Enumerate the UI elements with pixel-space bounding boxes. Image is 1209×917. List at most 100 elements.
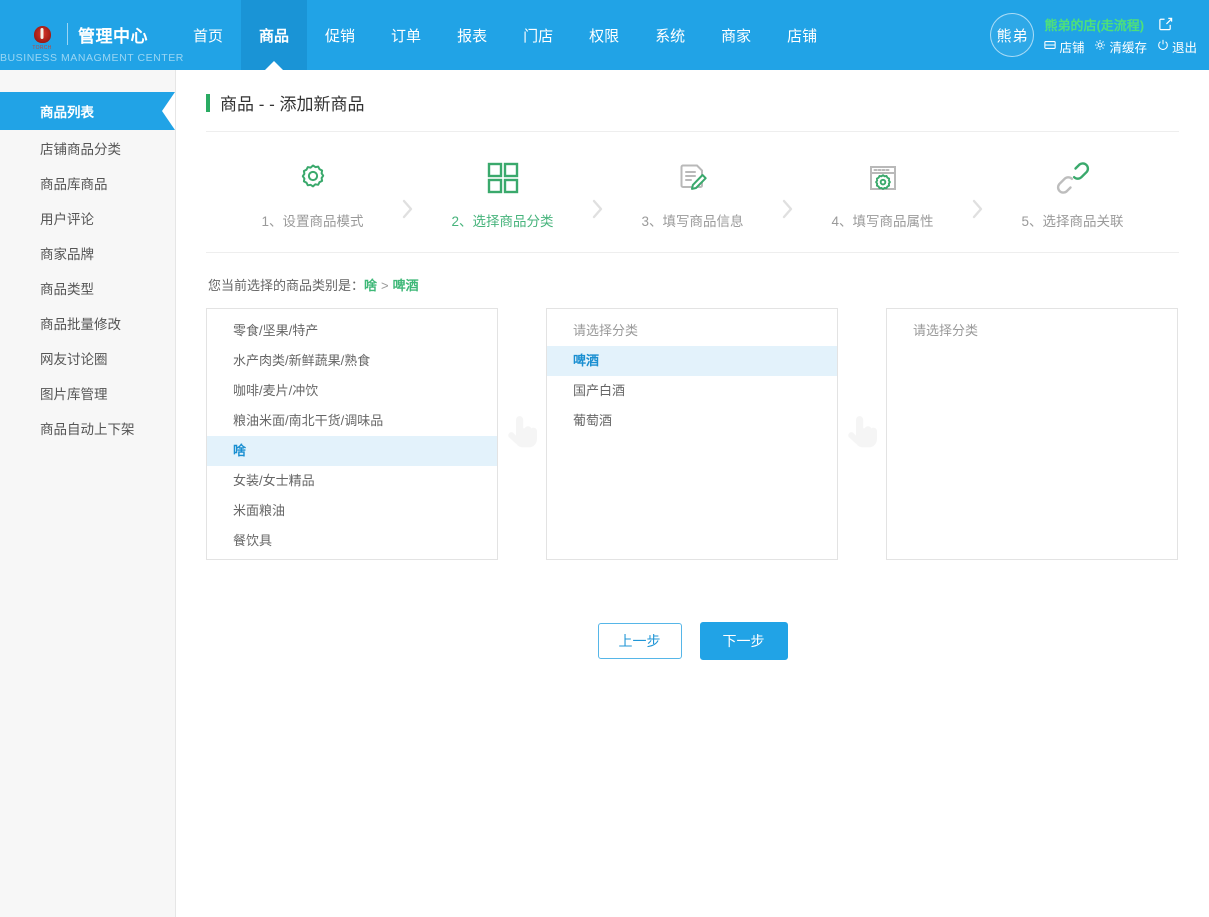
step-1-label: 1、设置商品模式	[261, 210, 363, 230]
main-content: 商品 - - 添加新商品 1、设置商品模式	[176, 70, 1209, 917]
nav-item-orders[interactable]: 订单	[373, 0, 439, 70]
clear-cache-label: 清缓存	[1109, 37, 1147, 56]
step-2-select-category[interactable]: 2、选择商品分类	[428, 158, 578, 230]
list-item[interactable]: 零食/坚果/特产	[207, 316, 497, 346]
grid-squares-icon	[485, 158, 521, 198]
current-selection-text: 您当前选择的商品类别是：啥 > 啤酒	[206, 253, 1179, 308]
step-separator-4	[958, 167, 998, 221]
user-account-area: 熊弟 熊弟的店(走流程) 店铺	[990, 0, 1209, 70]
gear-icon	[1094, 39, 1106, 53]
nav-item-stores[interactable]: 门店	[505, 0, 571, 70]
list-item[interactable]: 国产白酒	[547, 376, 837, 406]
nav-item-system[interactable]: 系统	[637, 0, 703, 70]
shop-link[interactable]: 店铺	[1044, 37, 1084, 56]
pointing-hand-icon	[505, 413, 539, 456]
list-item[interactable]: 米面粮油	[207, 496, 497, 526]
window-gear-icon	[867, 158, 899, 198]
logout-link[interactable]: 退出	[1157, 37, 1197, 56]
brand-row: TORCH 管理中心	[27, 19, 148, 49]
column-separator-2	[838, 308, 886, 560]
brand-subtitle: BUSINESS MANAGMENT CENTER	[0, 52, 175, 64]
title-accent-bar	[206, 94, 210, 112]
pointing-hand-icon	[845, 413, 879, 456]
user-info-bottom-row: 店铺 清缓存	[1044, 37, 1197, 56]
shop-link-label: 店铺	[1059, 37, 1084, 56]
list-item-selected[interactable]: 啥	[207, 436, 497, 466]
list-item-placeholder: 请选择分类	[887, 316, 1177, 346]
category-column-level-1[interactable]: 零食/坚果/特产 水产肉类/新鲜蔬果/熟食 咖啡/麦片/冲饮 粮油米面/南北干货…	[206, 308, 498, 560]
brand-divider	[67, 23, 68, 45]
sidebar: 商品列表 店铺商品分类 商品库商品 用户评论 商家品牌 商品类型 商品批量修改 …	[0, 70, 176, 917]
list-item[interactable]: 餐饮具	[207, 526, 497, 556]
list-item-placeholder: 请选择分类	[547, 316, 837, 346]
nav-item-reports[interactable]: 报表	[439, 0, 505, 70]
sidebar-item-auto-shelf[interactable]: 商品自动上下架	[0, 410, 175, 445]
nav-item-products[interactable]: 商品	[241, 0, 307, 70]
category-column-level-3[interactable]: 请选择分类	[886, 308, 1178, 560]
main-menu: 首页 商品 促销 订单 报表 门店 权限 系统 商家 店铺	[175, 0, 835, 70]
step-2-label: 2、选择商品分类	[451, 210, 553, 230]
list-item[interactable]: 女装/女士精品	[207, 466, 497, 496]
list-item[interactable]: 葡萄酒	[547, 406, 837, 436]
sidebar-item-image-library[interactable]: 图片库管理	[0, 375, 175, 410]
step-4-fill-product-attributes[interactable]: 4、填写商品属性	[808, 158, 958, 230]
column-separator-1	[498, 308, 546, 560]
nav-item-merchant[interactable]: 商家	[703, 0, 769, 70]
shop-name-label: 熊弟的店(走流程)	[1044, 15, 1144, 34]
sidebar-item-merchant-brands[interactable]: 商家品牌	[0, 235, 175, 270]
nav-item-promotion[interactable]: 促销	[307, 0, 373, 70]
step-4-label: 4、填写商品属性	[831, 210, 933, 230]
user-info-top-row: 熊弟的店(走流程)	[1044, 15, 1197, 34]
step-indicator: 1、设置商品模式 2、选择商品分类	[206, 132, 1179, 253]
category-column-level-2[interactable]: 请选择分类 啤酒 国产白酒 葡萄酒	[546, 308, 838, 560]
list-item[interactable]: 咖啡/麦片/冲饮	[207, 376, 497, 406]
step-1-set-product-mode[interactable]: 1、设置商品模式	[238, 158, 388, 230]
selection-separator: >	[381, 278, 389, 293]
brand-logo-area[interactable]: TORCH 管理中心 BUSINESS MANAGMENT CENTER	[0, 0, 175, 70]
selection-level1: 啥	[364, 278, 377, 293]
sidebar-item-discussion-circle[interactable]: 网友讨论圈	[0, 340, 175, 375]
gear-icon	[296, 158, 330, 198]
category-columns: 零食/坚果/特产 水产肉类/新鲜蔬果/熟食 咖啡/麦片/冲饮 粮油米面/南北干货…	[206, 308, 1179, 560]
step-5-select-product-relations[interactable]: 5、选择商品关联	[998, 158, 1148, 230]
page-title-row: 商品 - - 添加新商品	[206, 70, 1179, 132]
nav-item-shop[interactable]: 店铺	[769, 0, 835, 70]
brand-title: 管理中心	[78, 22, 148, 47]
nav-item-home[interactable]: 首页	[175, 0, 241, 70]
brand-logo-subtext: TORCH	[32, 45, 51, 51]
step-3-fill-product-info[interactable]: 3、填写商品信息	[618, 158, 768, 230]
sidebar-item-product-list[interactable]: 商品列表	[0, 92, 175, 130]
previous-step-button[interactable]: 上一步	[598, 623, 682, 659]
avatar[interactable]: 熊弟	[990, 13, 1034, 57]
step-5-label: 5、选择商品关联	[1021, 210, 1123, 230]
nav-item-permissions[interactable]: 权限	[571, 0, 637, 70]
link-chain-icon	[1056, 158, 1090, 198]
sidebar-item-product-library[interactable]: 商品库商品	[0, 165, 175, 200]
torch-logo-icon: TORCH	[27, 19, 57, 49]
sidebar-menu: 商品列表 店铺商品分类 商品库商品 用户评论 商家品牌 商品类型 商品批量修改 …	[0, 92, 175, 445]
sidebar-item-product-types[interactable]: 商品类型	[0, 270, 175, 305]
sidebar-item-user-reviews[interactable]: 用户评论	[0, 200, 175, 235]
step-separator-2	[578, 167, 618, 221]
step-separator-1	[388, 167, 428, 221]
edit-square-icon[interactable]	[1158, 16, 1173, 33]
shop-icon	[1044, 39, 1056, 53]
list-item[interactable]: 水产肉类/新鲜蔬果/熟食	[207, 346, 497, 376]
top-navigation-bar: TORCH 管理中心 BUSINESS MANAGMENT CENTER 首页 …	[0, 0, 1209, 70]
selection-prefix: 您当前选择的商品类别是：	[208, 278, 364, 293]
clear-cache-link[interactable]: 清缓存	[1094, 37, 1147, 56]
selection-level2: 啤酒	[393, 278, 419, 293]
document-pencil-icon	[676, 158, 710, 198]
wizard-button-row: 上一步 下一步	[206, 622, 1179, 660]
logout-label: 退出	[1172, 37, 1197, 56]
list-item[interactable]: 粮油米面/南北干货/调味品	[207, 406, 497, 436]
next-step-button[interactable]: 下一步	[700, 622, 788, 660]
step-3-label: 3、填写商品信息	[641, 210, 743, 230]
user-info: 熊弟的店(走流程) 店铺	[1044, 15, 1197, 56]
list-item-selected[interactable]: 啤酒	[547, 346, 837, 376]
step-separator-3	[768, 167, 808, 221]
sidebar-item-batch-edit[interactable]: 商品批量修改	[0, 305, 175, 340]
power-icon	[1157, 39, 1169, 53]
page-title: 商品 - - 添加新商品	[220, 90, 365, 115]
sidebar-item-shop-categories[interactable]: 店铺商品分类	[0, 130, 175, 165]
